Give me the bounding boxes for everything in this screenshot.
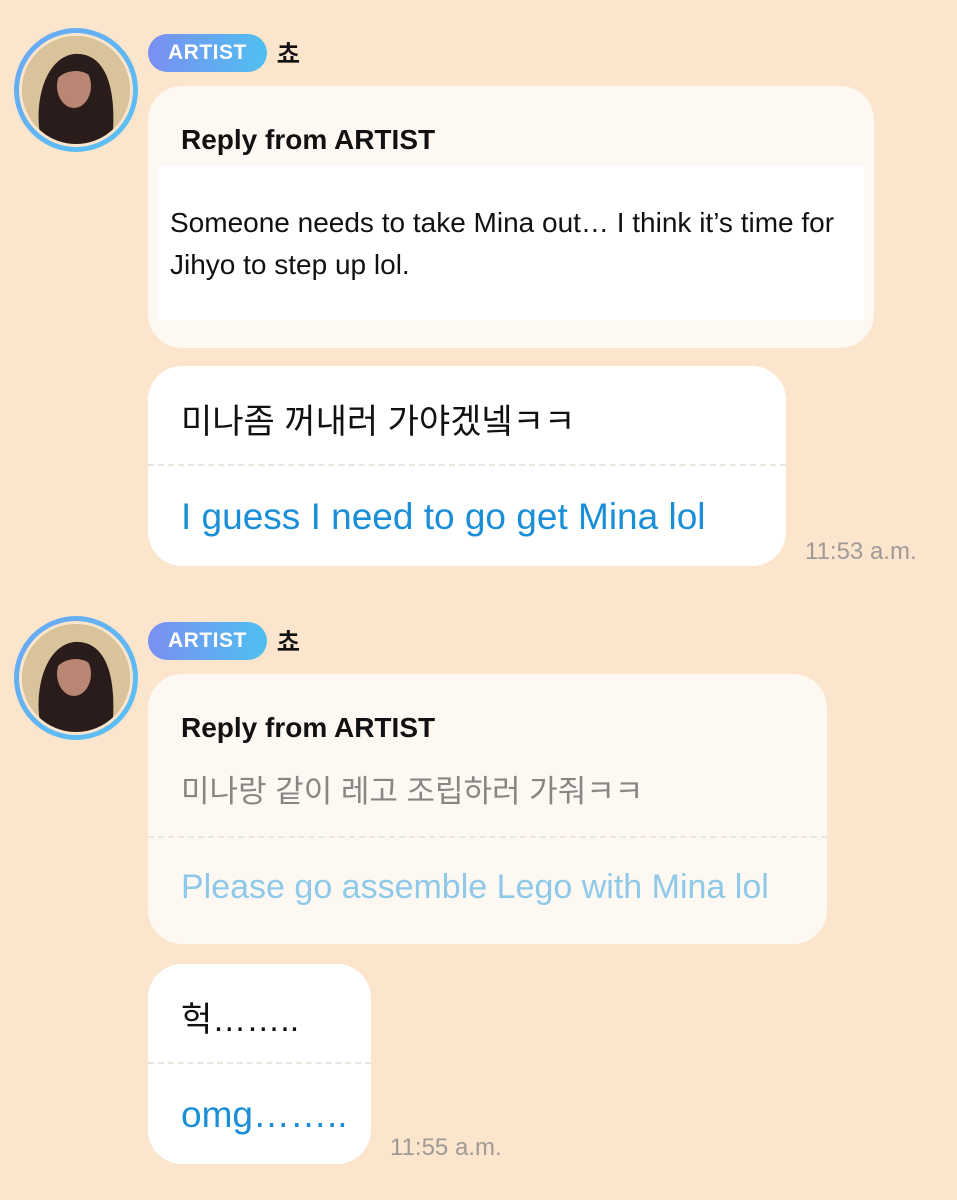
- translation-divider: [148, 1062, 371, 1064]
- avatar-photo: [22, 624, 130, 732]
- message-timestamp: 11:55 a.m.: [390, 1134, 502, 1161]
- message-translation: omg……..: [181, 1094, 348, 1135]
- message-bubble[interactable]: 미나좀 꺼내러 가야겠넼ㅋㅋ I guess I need to go get …: [148, 366, 786, 566]
- sender-row: ARTIST 쵸: [148, 622, 300, 660]
- message-korean: 헉……..: [181, 1001, 300, 1039]
- quoted-text: Someone needs to take Mina out… I think …: [170, 207, 835, 280]
- quoted-message: Someone needs to take Mina out… I think …: [158, 166, 864, 320]
- artist-avatar[interactable]: [14, 28, 138, 152]
- avatar-photo: [22, 36, 130, 144]
- translation-divider: [148, 836, 827, 838]
- reply-title: Reply from ARTIST: [181, 712, 436, 743]
- sender-name[interactable]: 쵸: [277, 35, 300, 71]
- sender-name[interactable]: 쵸: [277, 623, 300, 659]
- reply-bubble[interactable]: Reply from ARTIST Someone needs to take …: [148, 86, 874, 348]
- reply-title: Reply from ARTIST: [181, 124, 436, 155]
- artist-badge: ARTIST: [148, 622, 267, 660]
- quoted-translation: Please go assemble Lego with Mina lol: [181, 868, 769, 906]
- artist-badge: ARTIST: [148, 34, 267, 72]
- artist-avatar[interactable]: [14, 616, 138, 740]
- message-translation: I guess I need to go get Mina lol: [181, 496, 706, 537]
- message-bubble[interactable]: 헉…….. omg……..: [148, 964, 371, 1164]
- quoted-korean: 미나랑 같이 레고 조립하러 가줘ㅋㅋ: [181, 774, 644, 809]
- message-korean: 미나좀 꺼내러 가야겠넼ㅋㅋ: [181, 403, 576, 441]
- message-timestamp: 11:53 a.m.: [805, 538, 917, 565]
- sender-row: ARTIST 쵸: [148, 34, 300, 72]
- translation-divider: [148, 464, 786, 466]
- reply-bubble[interactable]: Reply from ARTIST 미나랑 같이 레고 조립하러 가줘ㅋㅋ Pl…: [148, 674, 827, 944]
